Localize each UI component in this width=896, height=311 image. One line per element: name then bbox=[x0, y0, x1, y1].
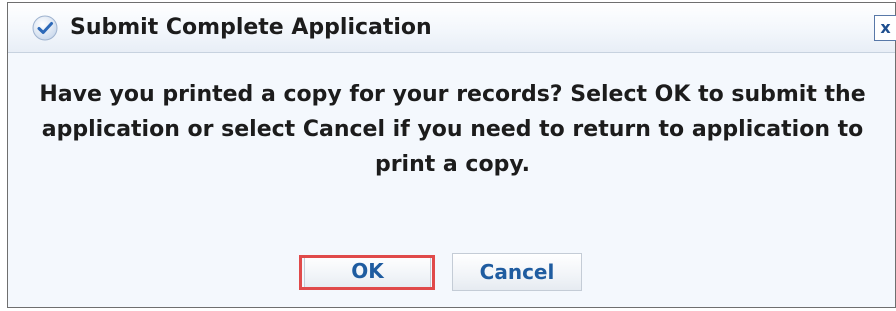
ok-button[interactable]: OK bbox=[304, 255, 431, 290]
close-button[interactable]: x bbox=[874, 15, 896, 41]
cancel-button[interactable]: Cancel bbox=[452, 253, 582, 291]
dialog-message: Have you printed a copy for your records… bbox=[39, 82, 866, 177]
background-fragment bbox=[0, 143, 6, 153]
background-fragment bbox=[0, 16, 6, 26]
dialog-title: Submit Complete Application bbox=[70, 15, 432, 40]
screenshot-page: Submit Complete Application x Have you p… bbox=[0, 0, 896, 311]
background-fragment bbox=[0, 100, 6, 110]
dialog-titlebar[interactable]: Submit Complete Application x bbox=[8, 3, 896, 53]
check-circle-icon bbox=[32, 15, 58, 41]
